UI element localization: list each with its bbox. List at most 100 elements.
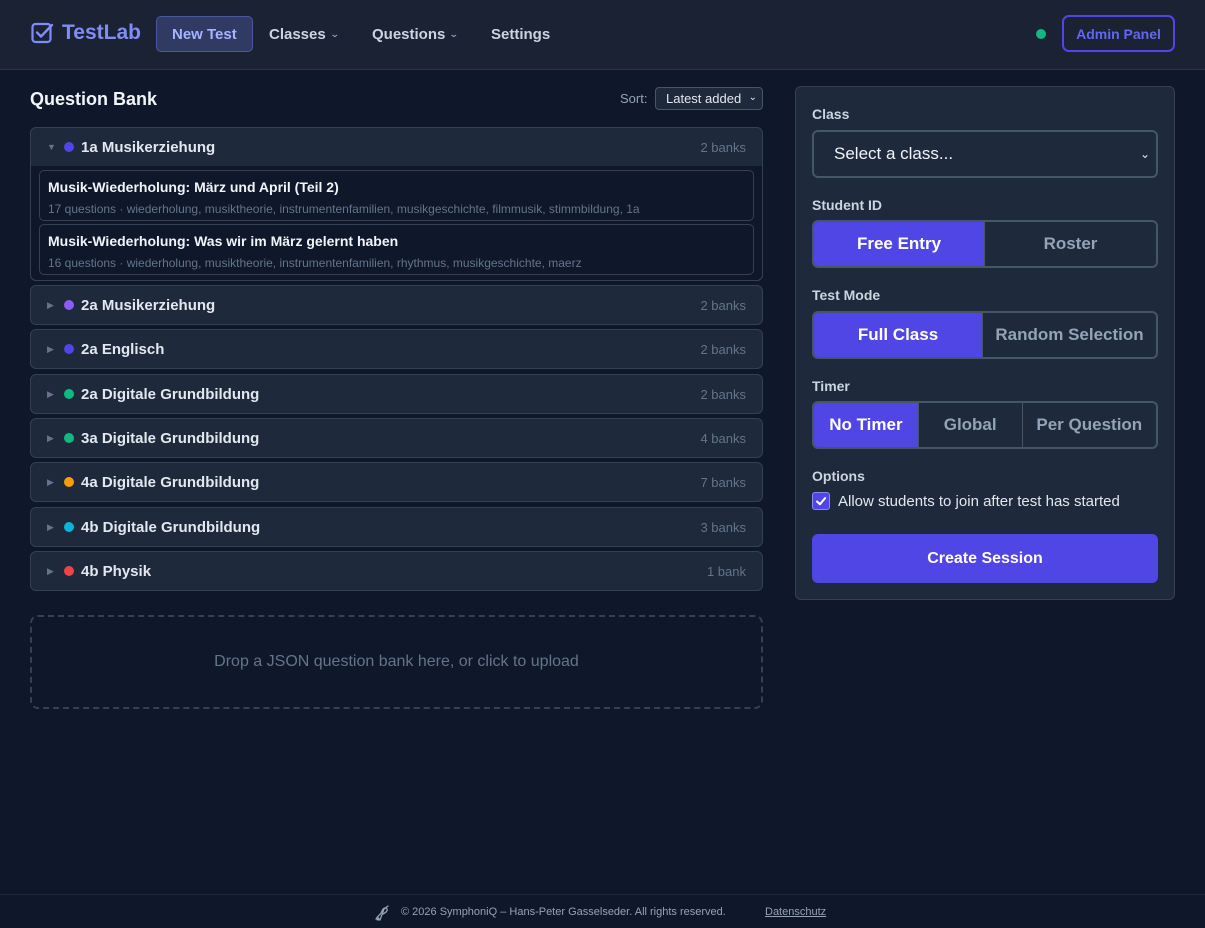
class-group-header[interactable]: ▼ 1a Musikerziehung 2 banks (31, 128, 762, 166)
student-id-free-entry[interactable]: Free Entry (814, 222, 984, 266)
class-group-2a-digitale-grundbildung[interactable]: ▶ 2a Digitale Grundbildung 2 banks (30, 374, 763, 414)
caret-right-icon: ▶ (47, 299, 54, 310)
nav-questions-dropdown[interactable]: Questions ⌄ (372, 16, 460, 52)
class-color-dot (64, 344, 74, 354)
student-id-roster[interactable]: Roster (984, 222, 1156, 266)
class-group-name: 4b Digitale Grundbildung (81, 518, 261, 536)
nav-new-test-label: New Test (172, 25, 237, 43)
class-group-name: 4b Physik (81, 562, 152, 580)
caret-right-icon: ▶ (47, 521, 54, 532)
class-color-dot (64, 389, 74, 399)
admin-panel-button[interactable]: Admin Panel (1062, 15, 1175, 52)
class-group-name: 4a Digitale Grundbildung (81, 473, 260, 491)
class-group-name: 3a Digitale Grundbildung (81, 429, 260, 447)
caret-right-icon: ▶ (47, 432, 54, 443)
timer-global[interactable]: Global (917, 403, 1022, 447)
class-group-count: 2 banks (700, 297, 746, 313)
bank-meta: 16 questions · wiederholung, musiktheori… (48, 256, 582, 270)
class-group-header[interactable]: ▶ 2a Englisch 2 banks (31, 330, 762, 368)
class-color-dot (64, 522, 74, 532)
test-mode-label: Test Mode (812, 287, 881, 303)
class-group-count: 7 banks (700, 474, 746, 490)
top-navbar: TestLab New Test Classes ⌄ Questions ⌄ S… (0, 0, 1205, 70)
class-group-count: 1 bank (706, 563, 746, 579)
nav-classes-label: Classes (269, 25, 326, 43)
timer-toggle: No Timer Global Per Question (812, 401, 1158, 449)
class-group-header[interactable]: ▶ 4a Digitale Grundbildung 7 banks (31, 463, 762, 501)
class-select[interactable]: Select a class... ⌄ (812, 130, 1158, 178)
class-group-4b-digitale-grundbildung[interactable]: ▶ 4b Digitale Grundbildung 3 banks (30, 507, 763, 547)
nav-classes-dropdown[interactable]: Classes ⌄ (269, 16, 340, 52)
brand-name: TestLab (62, 21, 141, 44)
symphoniq-logo-icon (375, 905, 389, 921)
class-group-name: 2a Musikerziehung (81, 296, 216, 314)
question-bank-card[interactable]: Musik-Wiederholung: März und April (Teil… (39, 170, 754, 221)
timer-per-question[interactable]: Per Question (1021, 403, 1156, 447)
class-color-dot (64, 433, 74, 443)
allow-late-join-label[interactable]: Allow students to join after test has st… (838, 493, 1120, 510)
class-group-header[interactable]: ▶ 2a Digitale Grundbildung 2 banks (31, 375, 762, 413)
nav-settings-label: Settings (491, 25, 551, 43)
caret-down-icon: ▼ (47, 142, 56, 152)
bank-title: Musik-Wiederholung: März und April (Teil… (48, 179, 339, 195)
class-color-dot (64, 477, 74, 487)
bank-meta: 17 questions · wiederholung, musiktheori… (48, 202, 640, 216)
class-group-header[interactable]: ▶ 2a Musikerziehung 2 banks (31, 286, 762, 324)
timer-label: Timer (812, 378, 850, 394)
allow-late-join-checkbox[interactable] (812, 492, 830, 510)
chevron-down-icon: ⌄ (449, 28, 460, 39)
class-group-header[interactable]: ▶ 4b Digitale Grundbildung 3 banks (31, 508, 762, 546)
class-group-4a-digitale-grundbildung[interactable]: ▶ 4a Digitale Grundbildung 7 banks (30, 462, 763, 502)
question-bank-title: Question Bank (30, 89, 158, 109)
session-config-panel: Class Select a class... ⌄ Student ID Fre… (795, 86, 1175, 600)
class-group-2a-musikerziehung[interactable]: ▶ 2a Musikerziehung 2 banks (30, 285, 763, 325)
caret-right-icon: ▶ (47, 343, 54, 354)
test-mode-full-class[interactable]: Full Class (814, 313, 983, 357)
nav-settings[interactable]: Settings (491, 16, 550, 52)
class-color-dot (64, 566, 74, 576)
class-group-3a-digitale-grundbildung[interactable]: ▶ 3a Digitale Grundbildung 4 banks (30, 418, 763, 458)
class-group-count: 2 banks (700, 386, 746, 402)
class-group-count: 4 banks (700, 430, 746, 446)
privacy-link[interactable]: Datenschutz (765, 906, 826, 918)
class-group-name: 2a Digitale Grundbildung (81, 385, 260, 403)
test-mode-random-selection[interactable]: Random Selection (982, 313, 1156, 357)
class-group-header[interactable]: ▶ 4b Physik 1 bank (31, 552, 762, 590)
chevron-down-icon: ⌄ (329, 28, 340, 39)
test-mode-toggle: Full Class Random Selection (812, 311, 1158, 359)
class-group-4b-physik[interactable]: ▶ 4b Physik 1 bank (30, 551, 763, 591)
class-label: Class (812, 106, 850, 122)
class-group-header[interactable]: ▶ 3a Digitale Grundbildung 4 banks (31, 419, 762, 457)
class-group-banks: Musik-Wiederholung: März und April (Teil… (31, 166, 762, 280)
class-select-value: Select a class... (834, 144, 954, 163)
class-group-2a-englisch[interactable]: ▶ 2a Englisch 2 banks (30, 329, 763, 369)
caret-right-icon: ▶ (47, 565, 54, 576)
bank-title: Musik-Wiederholung: Was wir im März gele… (48, 233, 399, 249)
class-color-dot (64, 142, 74, 152)
class-group-count: 2 banks (700, 139, 746, 155)
json-upload-dropzone[interactable]: Drop a JSON question bank here, or click… (30, 615, 763, 709)
sort-select-value: Latest added (666, 91, 742, 106)
sort-select[interactable]: Latest added ⌄ (655, 87, 763, 110)
class-group-name: 2a Englisch (81, 340, 165, 358)
student-id-label: Student ID (812, 197, 882, 213)
options-label: Options (812, 468, 865, 484)
footer: © 2026 SymphoniQ – Hans-Peter Gasselsede… (0, 894, 1205, 928)
nav-new-test[interactable]: New Test (156, 16, 253, 52)
chevron-down-icon: ⌄ (748, 92, 757, 103)
question-bank-card[interactable]: Musik-Wiederholung: Was wir im März gele… (39, 224, 754, 275)
create-session-button[interactable]: Create Session (812, 534, 1158, 583)
class-color-dot (64, 300, 74, 310)
checkbox-logo-icon (31, 22, 54, 44)
chevron-down-icon: ⌄ (1139, 147, 1150, 161)
caret-right-icon: ▶ (47, 388, 54, 399)
timer-no-timer[interactable]: No Timer (814, 403, 918, 447)
brand[interactable]: TestLab (30, 21, 141, 45)
student-id-toggle: Free Entry Roster (812, 220, 1158, 268)
connection-status-dot (1036, 29, 1046, 39)
checkmark-icon (816, 497, 827, 506)
class-group-1a-musikerziehung: ▼ 1a Musikerziehung 2 banks Musik-Wieder… (30, 127, 763, 281)
class-group-name: 1a Musikerziehung (81, 138, 216, 156)
class-group-count: 2 banks (700, 341, 746, 357)
nav-questions-label: Questions (372, 25, 446, 43)
